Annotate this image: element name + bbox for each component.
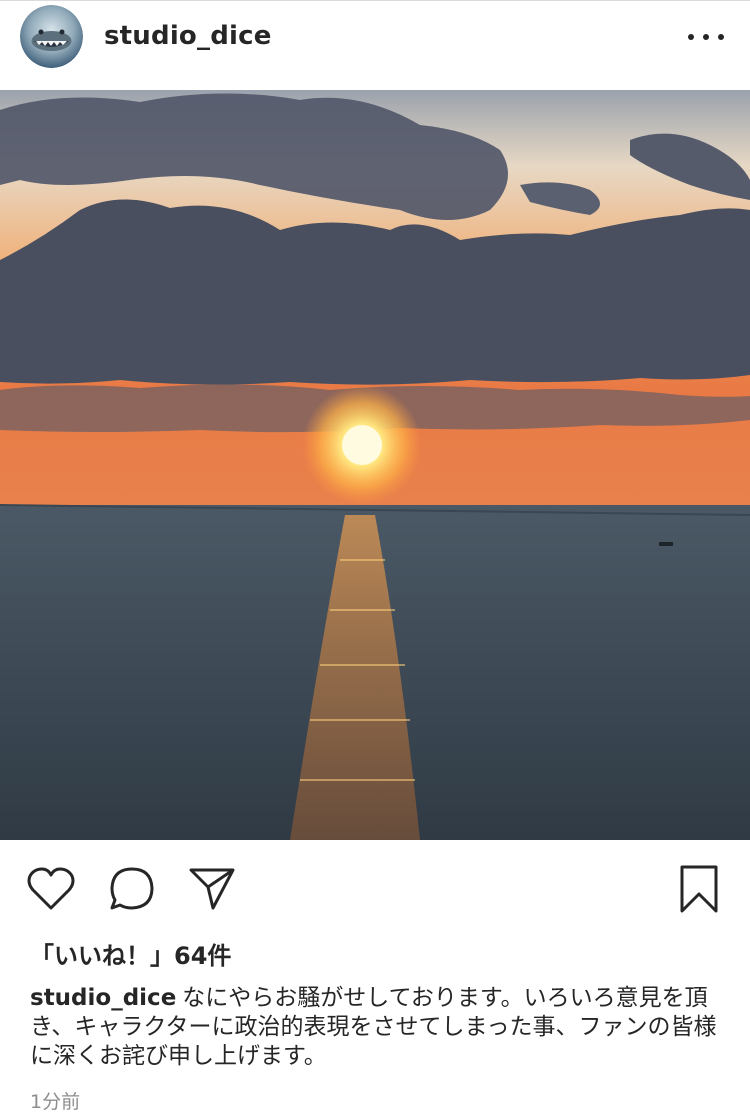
avatar-image xyxy=(20,5,83,68)
avatar[interactable] xyxy=(20,5,83,68)
post-header: studio_dice xyxy=(0,0,750,88)
send-icon[interactable] xyxy=(188,865,236,913)
post-caption: studio_dice なにやらお騒がせしております。いろいろ意見を頂き、キャラク… xyxy=(30,984,720,1071)
heart-icon[interactable] xyxy=(27,865,75,913)
caption-username[interactable]: studio_dice xyxy=(30,985,176,1011)
dot xyxy=(688,34,694,40)
dot xyxy=(718,34,724,40)
dot xyxy=(703,34,709,40)
likes-count[interactable]: 「いいね！」64件 xyxy=(30,936,231,971)
comment-icon[interactable] xyxy=(108,865,156,913)
sunset-image xyxy=(0,90,750,840)
post-timestamp: 1分前 xyxy=(30,1091,81,1113)
more-options-icon[interactable] xyxy=(688,25,724,49)
post-username[interactable]: studio_dice xyxy=(104,21,272,51)
bookmark-icon[interactable] xyxy=(675,865,723,913)
post-actions xyxy=(0,840,750,940)
post-photo[interactable] xyxy=(0,90,750,840)
